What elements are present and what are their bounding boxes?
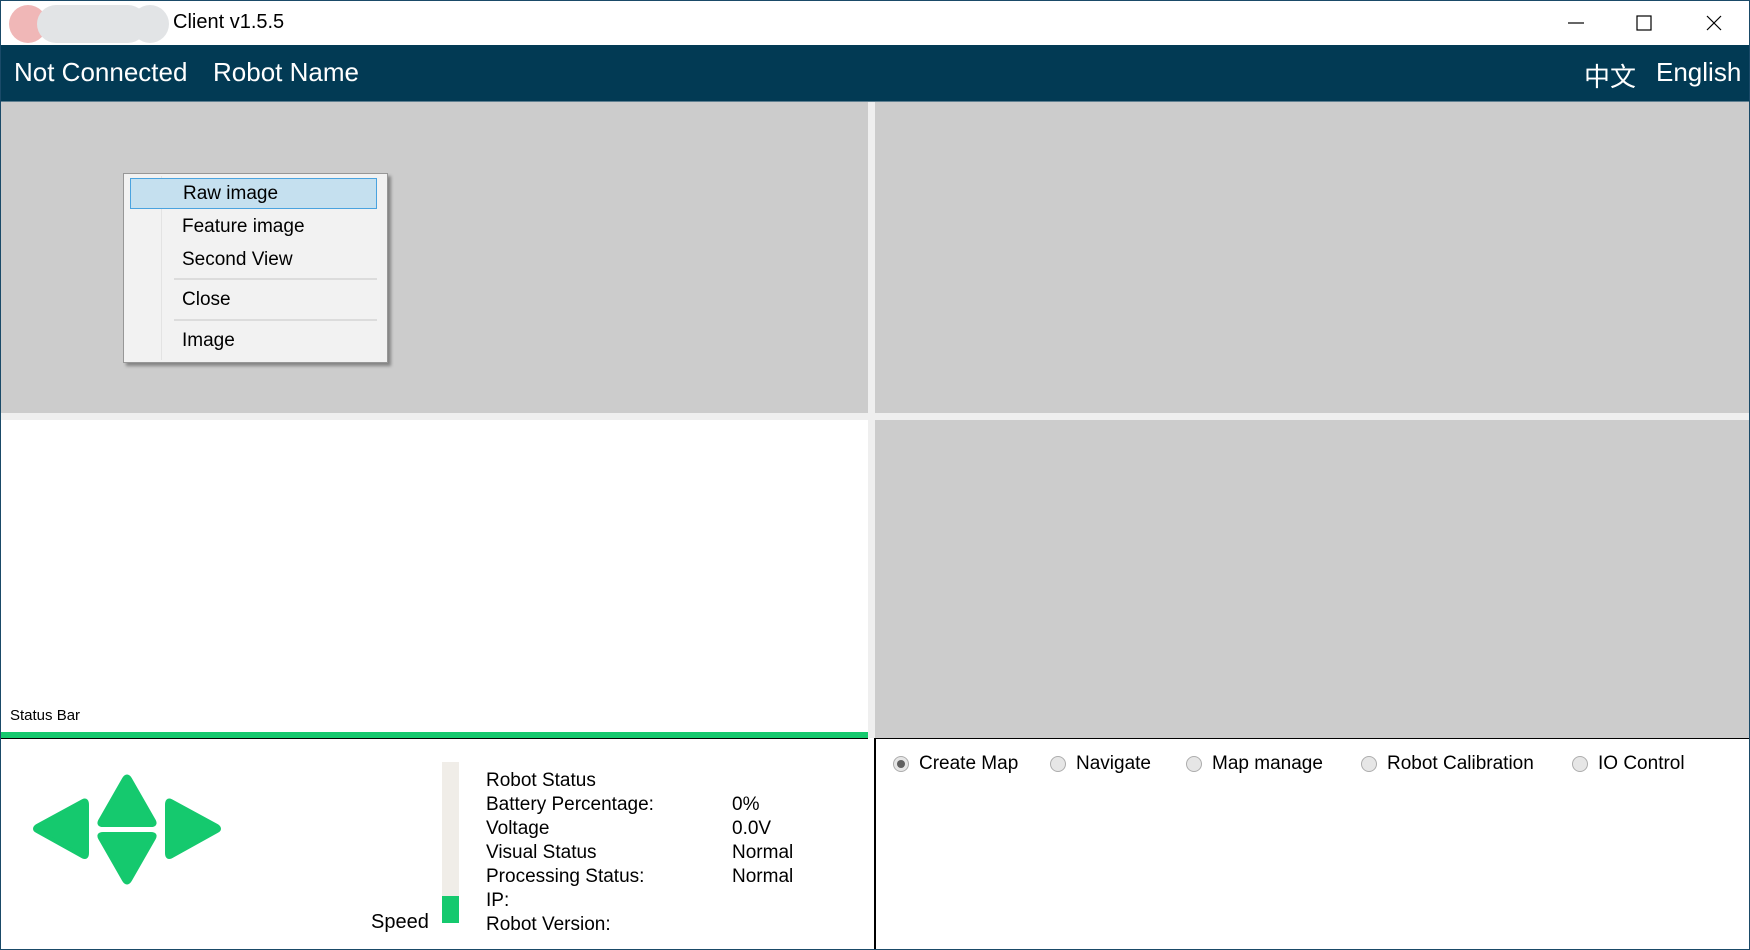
speed-label: Speed xyxy=(371,911,429,933)
status-value: 0% xyxy=(732,794,760,815)
robot-status-info: Robot Status Battery Percentage: 0% Volta… xyxy=(486,769,793,937)
minimize-button[interactable] xyxy=(1541,1,1611,45)
radio-label: Map manage xyxy=(1212,753,1323,774)
speed-slider[interactable] xyxy=(442,762,459,923)
status-log-panel xyxy=(1,420,868,732)
status-label: Processing Status: xyxy=(486,866,645,887)
app-window: Client v1.5.5 Not Connected Robot Name 中… xyxy=(0,0,1750,950)
radio-navigate[interactable]: Navigate xyxy=(1050,753,1151,775)
direction-pad xyxy=(33,774,221,885)
status-progress-line xyxy=(1,732,868,739)
status-row-voltage: Voltage 0.0V xyxy=(486,817,771,841)
status-bar-label: Status Bar xyxy=(10,707,81,724)
status-label: Battery Percentage: xyxy=(486,794,654,815)
app-logo-icon xyxy=(9,5,169,43)
maximize-button[interactable] xyxy=(1609,1,1679,45)
radio-io-control[interactable]: IO Control xyxy=(1572,753,1685,775)
radio-unchecked-icon xyxy=(1050,756,1066,772)
window-title: Client v1.5.5 xyxy=(173,11,285,33)
connection-status[interactable]: Not Connected xyxy=(14,57,187,88)
radio-label: Create Map xyxy=(919,753,1019,774)
robot-status-title: Robot Status xyxy=(486,770,596,791)
status-row-version: Robot Version: xyxy=(486,913,654,937)
title-bar: Client v1.5.5 xyxy=(1,1,1749,45)
menu-item-second-view[interactable]: Second View xyxy=(130,244,377,275)
status-value: 0.0V xyxy=(732,818,772,839)
status-row-processing: Processing Status: Normal xyxy=(486,865,793,889)
radio-unchecked-icon xyxy=(1186,756,1202,772)
status-row-ip: IP: xyxy=(486,889,654,913)
language-chinese-button[interactable]: 中文 xyxy=(1584,57,1636,94)
minimize-icon xyxy=(1568,22,1584,24)
status-row-visual: Visual Status Normal xyxy=(486,841,793,865)
arrow-right-icon[interactable] xyxy=(165,798,221,859)
horizontal-splitter[interactable] xyxy=(1,413,1749,420)
radio-checked-icon xyxy=(893,756,909,772)
top-right-view-panel[interactable] xyxy=(875,102,1749,413)
speed-slider-fill xyxy=(442,895,459,923)
menu-item-raw-image[interactable]: Raw image xyxy=(130,178,377,209)
radio-label: IO Control xyxy=(1598,753,1685,774)
close-button[interactable] xyxy=(1679,1,1749,45)
maximize-icon xyxy=(1636,15,1652,31)
radio-unchecked-icon xyxy=(1361,756,1377,772)
language-english-button[interactable]: English xyxy=(1656,57,1741,88)
menu-separator xyxy=(174,319,377,321)
bottom-right-view-panel[interactable] xyxy=(875,420,1749,738)
app-header: Not Connected Robot Name 中文 English xyxy=(1,45,1749,103)
status-label: Robot Version: xyxy=(486,914,611,935)
arrow-up-icon[interactable] xyxy=(97,774,157,827)
status-label: Visual Status xyxy=(486,842,597,863)
arrow-down-icon[interactable] xyxy=(97,832,157,885)
status-label: Voltage xyxy=(486,818,550,839)
radio-unchecked-icon xyxy=(1572,756,1588,772)
menu-item-feature-image[interactable]: Feature image xyxy=(130,211,377,242)
radio-create-map[interactable]: Create Map xyxy=(893,753,1018,775)
menu-item-image[interactable]: Image xyxy=(130,325,377,356)
status-value: Normal xyxy=(732,842,794,863)
vertical-splitter[interactable] xyxy=(868,102,875,738)
menu-separator xyxy=(174,278,377,280)
status-label: IP: xyxy=(486,890,510,911)
close-icon xyxy=(1706,15,1722,31)
robot-name[interactable]: Robot Name xyxy=(213,57,359,88)
status-value: Normal xyxy=(732,866,794,887)
status-row-battery: Battery Percentage: 0% xyxy=(486,793,759,817)
menu-item-close[interactable]: Close xyxy=(130,284,377,315)
radio-label: Robot Calibration xyxy=(1387,753,1534,774)
radio-label: Navigate xyxy=(1076,753,1151,774)
context-menu: Raw image Feature image Second View Clos… xyxy=(123,173,388,363)
mode-panel: Create Map Navigate Map manage Robot Cal… xyxy=(874,738,1749,949)
radio-robot-calibration[interactable]: Robot Calibration xyxy=(1361,753,1534,775)
radio-map-manage[interactable]: Map manage xyxy=(1186,753,1323,775)
arrow-left-icon[interactable] xyxy=(33,798,89,859)
